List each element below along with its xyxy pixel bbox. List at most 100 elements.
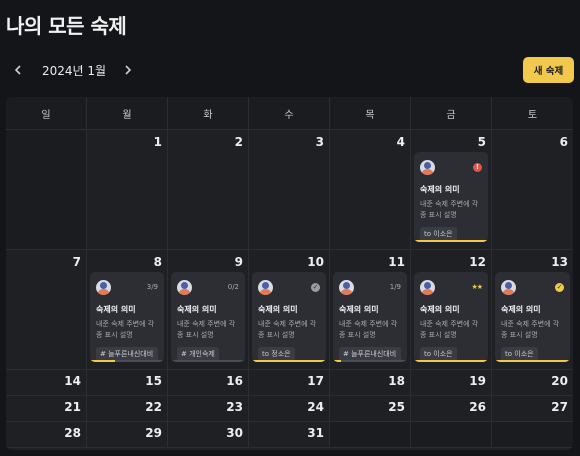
calendar-day-13[interactable]: 13 ✓ 숙제의 의미 내준 숙제 주변에 각종 표시 설명 to 이소은: [492, 250, 573, 370]
calendar-day-1[interactable]: 1: [87, 130, 168, 250]
calendar-cell-empty: [411, 422, 492, 448]
calendar-cell-empty: [492, 422, 573, 448]
homework-card[interactable]: 1/9숙제의 의미내준 숙제 주변에 각종 표시 설명# 늘푸른내신대비반: [333, 272, 407, 362]
calendar-day-19[interactable]: 19: [411, 370, 492, 396]
chevron-right-icon[interactable]: [120, 60, 136, 80]
calendar-day-9[interactable]: 9 0/2 숙제의 의미 내준 숙제 주변에 각종 표시 설명 # 개인숙제: [168, 250, 249, 370]
calendar-day-27[interactable]: 27: [492, 396, 573, 422]
homework-card[interactable]: ✓ 숙제의 의미 내준 숙제 주변에 각종 표시 설명 to 이소은: [495, 272, 570, 362]
progress-fill: [252, 360, 326, 362]
calendar-day-6[interactable]: 6: [492, 130, 573, 250]
day-number: 17: [307, 374, 324, 388]
calendar-day-31[interactable]: 31: [249, 422, 330, 448]
card-tag: to 정소은: [258, 347, 295, 361]
calendar-day-17[interactable]: 17: [249, 370, 330, 396]
calendar-day-24[interactable]: 24: [249, 396, 330, 422]
day-number: 15: [145, 374, 162, 388]
month-navigator: 2024년 1월: [10, 60, 136, 80]
day-number: 27: [551, 400, 568, 414]
avatar: [501, 279, 516, 295]
avatar: [420, 159, 435, 175]
day-number: 18: [388, 374, 405, 388]
day-number: 28: [64, 426, 81, 440]
card-tag: to 이소은: [501, 347, 538, 361]
avatar: [96, 279, 111, 295]
weekday-fri: 금: [411, 97, 492, 129]
calendar-day-3[interactable]: 3: [249, 130, 330, 250]
weekday-header: 일 월 화 수 목 금 토: [6, 97, 573, 130]
calendar-day-16[interactable]: 16: [168, 370, 249, 396]
calendar-day-18[interactable]: 18: [330, 370, 411, 396]
day-number: 6: [559, 135, 568, 149]
completion-count: 0/2: [227, 283, 239, 291]
calendar: 일 월 화 수 목 금 토 1 2 3 4 5! 숙제의 의미 내준 숙제 주변에 각종 표…: [6, 97, 573, 450]
calendar-day-4[interactable]: 4: [330, 130, 411, 250]
progress-bar: [171, 360, 245, 362]
calendar-day-26[interactable]: 26: [411, 396, 492, 422]
avatar: [339, 279, 354, 295]
calendar-day-5[interactable]: 5! 숙제의 의미 내준 숙제 주변에 각종 표시 설명 to 이소은: [411, 130, 492, 250]
card-description: 내준 숙제 주변에 각종 표시 설명: [420, 320, 479, 339]
current-month-label: 2024년 1월: [42, 63, 107, 78]
calendar-day-21[interactable]: 21: [6, 396, 87, 422]
day-number: 14: [64, 374, 81, 388]
calendar-day-28[interactable]: 28: [6, 422, 87, 448]
card-title: 숙제의 의미: [339, 305, 379, 314]
homework-card[interactable]: ★★ 숙제의 의미 내준 숙제 주변에 각종 표시 설명 to 이소은: [414, 272, 488, 362]
day-number: 22: [145, 400, 162, 414]
progress-fill: [90, 360, 115, 362]
progress-bar: [414, 360, 488, 362]
day-number: 16: [226, 374, 243, 388]
weekday-mon: 월: [87, 97, 168, 129]
calendar-day-22[interactable]: 22: [87, 396, 168, 422]
day-number: 12: [469, 255, 486, 269]
calendar-day-14[interactable]: 14: [6, 370, 87, 396]
calendar-day-25[interactable]: 25: [330, 396, 411, 422]
homework-card[interactable]: ! 숙제의 의미 내준 숙제 주변에 각종 표시 설명 to 이소은: [414, 152, 488, 242]
avatar: [420, 279, 435, 295]
day-number: 2: [234, 135, 243, 149]
weekday-tue: 화: [168, 97, 249, 129]
card-header: ✓: [501, 279, 564, 295]
day-number: 8: [153, 255, 162, 269]
progress-fill: [414, 240, 488, 242]
progress-fill: [495, 360, 570, 362]
calendar-day-30[interactable]: 30: [168, 422, 249, 448]
calendar-day-20[interactable]: 20: [492, 370, 573, 396]
card-description: 내준 숙제 주변에 각종 표시 설명: [420, 200, 479, 219]
weekday-sun: 일: [6, 97, 87, 129]
progress-fill: [414, 360, 488, 362]
calendar-grid: 1 2 3 4 5! 숙제의 의미 내준 숙제 주변에 각종 표시 설명 to 이소은 6 7 8 3…: [6, 130, 573, 448]
calendar-day-23[interactable]: 23: [168, 396, 249, 422]
new-homework-button[interactable]: 새 숙제: [523, 57, 574, 83]
calendar-day-7[interactable]: 7: [6, 250, 87, 370]
calendar-day-11[interactable]: 111/9숙제의 의미내준 숙제 주변에 각종 표시 설명# 늘푸른내신대비반: [330, 250, 411, 370]
calendar-day-2[interactable]: 2: [168, 130, 249, 250]
calendar-day-8[interactable]: 83/9숙제의 의미내준 숙제 주변에 각종 표시 설명# 늘푸른내신대비반: [87, 250, 168, 370]
completion-count: 3/9: [146, 283, 158, 291]
day-number: 25: [388, 400, 405, 414]
calendar-day-12[interactable]: 12 ★★ 숙제의 의미 내준 숙제 주변에 각종 표시 설명 to 이소은: [411, 250, 492, 370]
card-description: 내준 숙제 주변에 각종 표시 설명: [96, 320, 155, 339]
check-circle-icon: ✓: [555, 282, 564, 292]
day-number: 21: [64, 400, 81, 414]
homework-card[interactable]: 3/9숙제의 의미내준 숙제 주변에 각종 표시 설명# 늘푸른내신대비반: [90, 272, 164, 362]
card-tag: # 개인숙제: [177, 347, 219, 361]
calendar-day-10[interactable]: 10 ✓ 숙제의 의미 내준 숙제 주변에 각종 표시 설명 to 정소은: [249, 250, 330, 370]
chevron-left-icon[interactable]: [10, 60, 26, 80]
page-title: 나의 모든 숙제: [6, 14, 127, 38]
day-number: 4: [396, 135, 405, 149]
card-description: 내준 숙제 주변에 각종 표시 설명: [339, 320, 398, 339]
avatar: [177, 279, 192, 295]
day-number: 7: [72, 255, 81, 269]
card-title: 숙제의 의미: [96, 305, 136, 314]
alert-icon: !: [473, 162, 482, 172]
calendar-day-15[interactable]: 15: [87, 370, 168, 396]
card-header: !: [420, 159, 482, 175]
calendar-cell-empty: [6, 130, 87, 250]
card-tag: to 이소은: [420, 227, 457, 241]
homework-card[interactable]: 0/2 숙제의 의미 내준 숙제 주변에 각종 표시 설명 # 개인숙제: [171, 272, 245, 362]
day-number: 5: [477, 135, 486, 149]
calendar-day-29[interactable]: 29: [87, 422, 168, 448]
homework-card[interactable]: ✓ 숙제의 의미 내준 숙제 주변에 각종 표시 설명 to 정소은: [252, 272, 326, 362]
